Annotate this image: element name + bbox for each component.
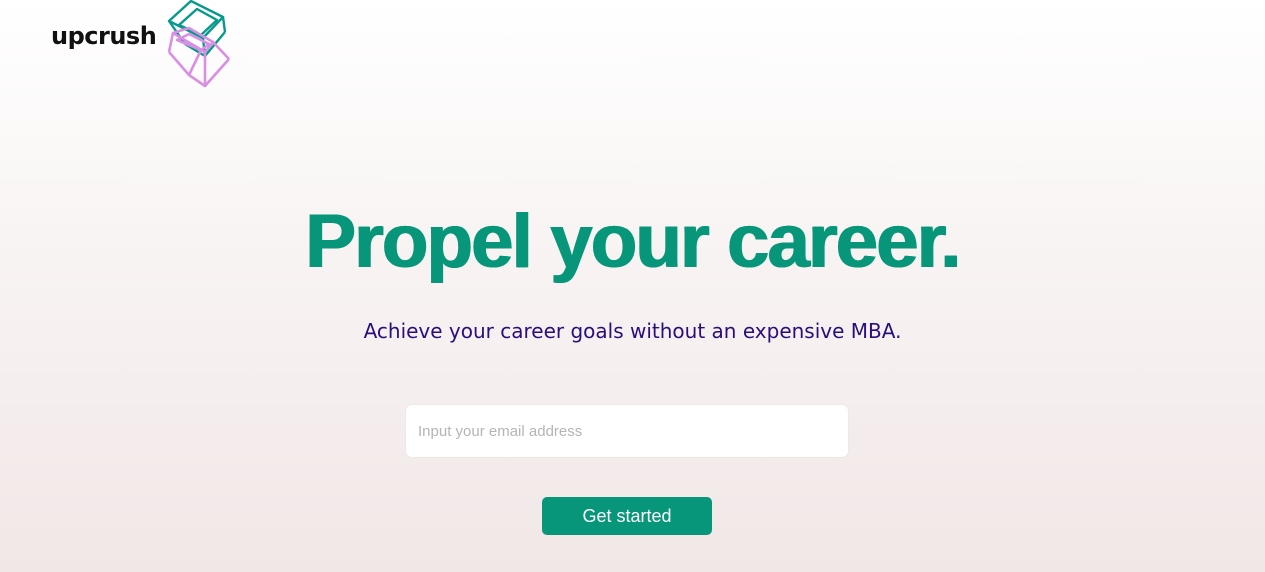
get-started-button[interactable]: Get started — [542, 497, 712, 535]
email-field-container — [406, 405, 848, 457]
hero-section: Propel your career. Achieve your career … — [0, 0, 1265, 572]
email-field[interactable] — [406, 405, 848, 457]
page-subtitle: Achieve your career goals without an exp… — [363, 319, 902, 343]
page-title: Propel your career. — [305, 199, 961, 284]
